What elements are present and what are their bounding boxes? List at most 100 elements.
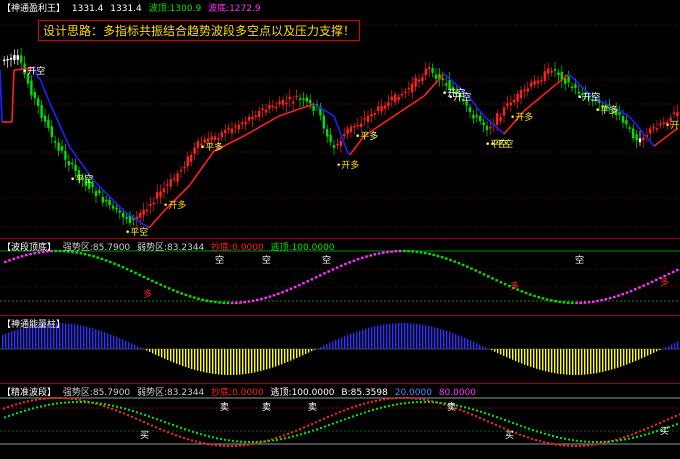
energy-bar	[227, 349, 229, 375]
track-dot-fast	[39, 398, 41, 401]
wave-dot	[218, 301, 221, 304]
track-dot-slow	[648, 432, 650, 435]
energy-bar	[317, 348, 319, 349]
wave-dot	[96, 256, 99, 259]
candle	[649, 128, 652, 134]
candle	[74, 164, 77, 172]
energy-bar	[17, 329, 19, 349]
energy-bar	[80, 325, 82, 349]
candle	[9, 57, 13, 60]
wave-dot	[638, 286, 641, 289]
wave-dot	[646, 282, 650, 285]
track-dot-slow	[100, 402, 102, 405]
ma-segment	[329, 112, 333, 116]
energy-bar	[254, 349, 256, 373]
energy-bar	[191, 349, 193, 369]
track-dot-slow	[328, 424, 330, 427]
track-panel[interactable]: 【精准波段】 强势区:85.7900 弱势区:83.2344 抄底:0.0000…	[0, 384, 680, 459]
energy-bar	[119, 338, 121, 349]
energy-bar	[374, 326, 376, 349]
candle	[122, 212, 125, 218]
ma-segment	[129, 214, 133, 218]
track-dot-slow	[12, 413, 14, 416]
wave-dot	[445, 257, 448, 260]
ma-segment	[151, 221, 155, 226]
track-dot-fast	[75, 398, 77, 401]
ma-segment	[549, 87, 553, 90]
energy-bars-chart[interactable]	[0, 316, 680, 383]
ma-segment	[533, 100, 537, 104]
track-dot-fast	[251, 443, 253, 446]
wave-mark-6: 多	[660, 276, 669, 288]
track-dot-slow	[312, 429, 314, 432]
ma-segment	[63, 134, 67, 140]
energy-panel[interactable]: 【神通能量柱】	[0, 316, 680, 383]
candle	[397, 96, 400, 101]
energy-bar	[584, 349, 586, 375]
energy-bar	[560, 349, 562, 375]
ma-segment	[255, 127, 259, 130]
wave-dot	[629, 289, 633, 293]
energy-bar	[638, 349, 640, 360]
track-dot-fast	[19, 402, 21, 405]
track-dot-slow	[128, 408, 130, 411]
wave-dot	[306, 280, 309, 283]
track-dot-slow	[152, 416, 154, 419]
track-dot-fast	[355, 405, 357, 408]
wave-dot	[403, 249, 406, 253]
candle	[50, 126, 53, 138]
wave-dot	[83, 252, 87, 256]
ma-segment	[351, 148, 355, 153]
energy-bar	[482, 345, 484, 349]
candle	[373, 113, 376, 115]
track-dot-slow	[656, 430, 658, 433]
candle	[676, 112, 679, 117]
ma-segment	[99, 186, 103, 190]
energy-bar	[233, 349, 235, 375]
wave-panel-title: 【波段顶底】 强势区:85.7900 弱势区:83.2344 抄底:0.0000…	[2, 240, 339, 253]
track-dot-fast	[243, 444, 245, 447]
ma-segment	[671, 130, 675, 134]
wave-dot	[214, 300, 217, 304]
ma-segment	[429, 86, 433, 90]
track-dot-fast	[283, 434, 285, 437]
candle	[519, 90, 523, 99]
candle	[298, 98, 302, 100]
energy-bar	[305, 349, 307, 354]
wave-panel[interactable]: 【波段顶底】 强势区:85.7900 弱势区:83.2344 抄底:0.0000…	[0, 239, 680, 315]
energy-bar	[266, 349, 268, 370]
track-dot-slow	[164, 421, 166, 424]
track-dot-slow	[584, 440, 586, 443]
track-dot-slow	[8, 414, 10, 417]
energy-bar	[539, 349, 541, 370]
energy-bar	[173, 349, 175, 363]
energy-bar	[335, 340, 337, 349]
track-dot-slow	[24, 409, 26, 412]
track-dot-slow	[240, 440, 242, 443]
track-dot-slow	[596, 440, 598, 443]
track-dot-slow	[616, 439, 618, 442]
track-dot-fast	[3, 407, 5, 410]
wave-dot	[655, 278, 658, 282]
track-dot-slow	[204, 434, 206, 437]
energy-bar	[533, 349, 535, 368]
track-dot-fast	[115, 409, 117, 412]
energy-bar	[617, 349, 619, 368]
energy-bar	[452, 333, 454, 349]
ma-segment	[537, 97, 541, 100]
track-dot-fast	[187, 438, 189, 441]
candle	[196, 141, 200, 149]
energy-bar	[239, 349, 241, 375]
track-dot-fast	[375, 399, 377, 402]
energy-bar	[602, 349, 604, 372]
track-dot-slow	[652, 431, 654, 434]
track-dot-fast	[219, 444, 221, 447]
track-dot-slow	[120, 406, 122, 409]
track-dot-fast	[347, 408, 349, 411]
energy-bar	[509, 349, 511, 359]
signal-open-short-4: •开空	[577, 93, 601, 103]
ma-segment	[301, 106, 305, 109]
track-mark-5: 买	[505, 430, 514, 441]
wave-dot	[20, 255, 24, 258]
ma-segment	[477, 108, 481, 112]
